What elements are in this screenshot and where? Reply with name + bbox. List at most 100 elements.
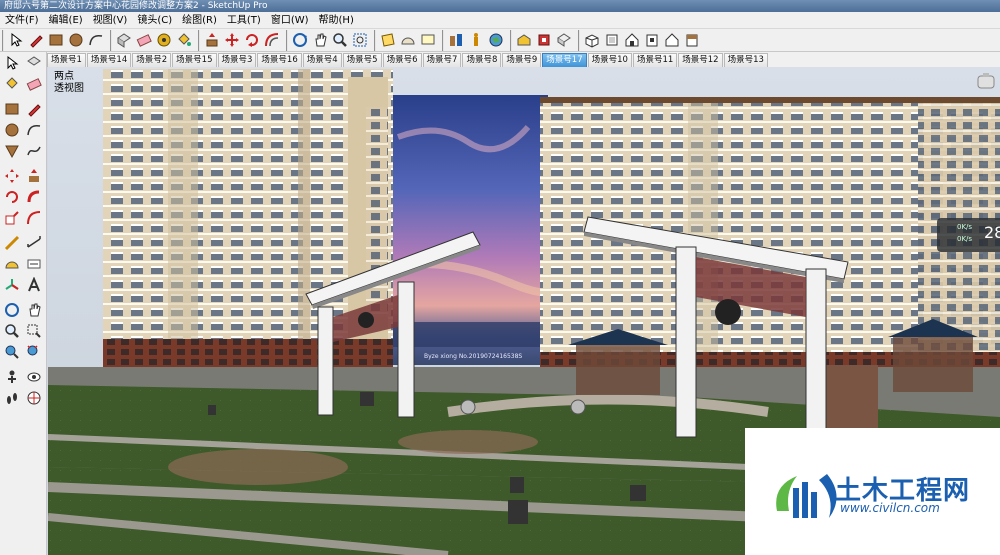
rectangle-icon[interactable] (2, 98, 23, 119)
tab-scene-10[interactable]: 场景号10 (587, 53, 632, 67)
zoom-icon[interactable] (2, 320, 23, 341)
tab-scene-17[interactable]: 场景号17 (542, 53, 587, 67)
zoom-extents-icon[interactable] (24, 341, 45, 362)
right-view-icon[interactable] (642, 30, 662, 50)
menu-window[interactable]: 窗口(W) (266, 12, 314, 29)
tape-measure-icon[interactable] (2, 232, 23, 253)
menu-tools[interactable]: 工具(T) (222, 12, 266, 29)
pan-icon[interactable] (24, 299, 45, 320)
person-icon[interactable] (466, 30, 486, 50)
polygon-icon[interactable] (2, 140, 23, 161)
protractor-icon[interactable] (398, 30, 418, 50)
iso-view-icon[interactable] (582, 30, 602, 50)
walk-icon[interactable] (2, 387, 23, 408)
components-icon[interactable] (446, 30, 466, 50)
offset-icon[interactable] (262, 30, 282, 50)
toolbar-group-construct (374, 29, 440, 51)
share-model-icon[interactable] (554, 30, 574, 50)
orbit-icon[interactable] (2, 299, 23, 320)
move-icon[interactable] (222, 30, 242, 50)
toolbar-group-style (442, 29, 508, 51)
arc-icon[interactable] (86, 30, 106, 50)
push-pull-icon[interactable] (202, 30, 222, 50)
toolbar-group-edit (110, 29, 196, 51)
section-plane-icon[interactable] (378, 30, 398, 50)
tab-scene-12[interactable]: 场景号12 (678, 53, 723, 67)
tab-scene-9[interactable]: 场景号9 (502, 53, 542, 67)
rotate-icon[interactable] (242, 30, 262, 50)
push-pull-icon[interactable] (24, 165, 45, 186)
rotate-icon[interactable] (2, 186, 23, 207)
eraser-icon[interactable] (134, 30, 154, 50)
make-component-icon[interactable] (114, 30, 134, 50)
menu-help[interactable]: 帮助(H) (314, 12, 359, 29)
toolbar-group-modify (198, 29, 284, 51)
position-camera-icon[interactable] (2, 366, 23, 387)
zoom-icon[interactable] (330, 30, 350, 50)
warehouse-icon[interactable] (514, 30, 534, 50)
tape-measure-icon[interactable] (154, 30, 174, 50)
menu-edit[interactable]: 编辑(E) (44, 12, 88, 29)
extension-icon[interactable] (534, 30, 554, 50)
dimension-icon[interactable] (24, 232, 45, 253)
top-view-icon[interactable] (602, 30, 622, 50)
perspective-mode-label: 透视图 (54, 83, 84, 94)
tab-scene-3[interactable]: 场景号3 (217, 53, 257, 67)
tab-scene-1[interactable]: 场景号1 (47, 53, 86, 67)
network-percent: 28 (984, 223, 1000, 242)
move-icon[interactable] (2, 165, 23, 186)
select-icon[interactable] (2, 52, 23, 73)
section-plane-icon[interactable] (24, 387, 45, 408)
main-toolbar (0, 29, 1000, 52)
text-icon[interactable] (418, 30, 438, 50)
zoom-extents-icon[interactable] (350, 30, 370, 50)
menu-view[interactable]: 视图(V) (88, 12, 133, 29)
make-component-icon[interactable] (24, 52, 45, 73)
tab-scene-11[interactable]: 场景号11 (632, 53, 678, 67)
select-icon[interactable] (6, 30, 26, 50)
pencil-icon[interactable] (26, 30, 46, 50)
menu-file[interactable]: 文件(F) (0, 12, 44, 29)
tab-scene-8[interactable]: 场景号8 (462, 53, 502, 67)
look-around-icon[interactable] (24, 366, 45, 387)
circle-icon[interactable] (66, 30, 86, 50)
freehand-icon[interactable] (24, 140, 45, 161)
front-view-icon[interactable] (622, 30, 642, 50)
tab-scene-14[interactable]: 场景号14 (86, 53, 132, 67)
zoom-window-icon[interactable] (24, 320, 45, 341)
axes-icon[interactable] (2, 274, 23, 295)
menu-bar: 文件(F) 编辑(E) 视图(V) 镜头(C) 绘图(R) 工具(T) 窗口(W… (0, 12, 1000, 29)
back-view-icon[interactable] (662, 30, 682, 50)
paint-bucket-icon[interactable] (174, 30, 194, 50)
paint-bucket-icon[interactable] (2, 73, 23, 94)
tab-scene-13[interactable]: 场景号13 (723, 53, 768, 67)
3d-text-icon[interactable] (24, 274, 45, 295)
pan-icon[interactable] (310, 30, 330, 50)
tab-scene-16[interactable]: 场景号16 (257, 53, 302, 67)
circle-icon[interactable] (2, 119, 23, 140)
text-icon[interactable] (24, 253, 45, 274)
offset-icon[interactable] (24, 207, 45, 228)
camera-icon[interactable] (975, 70, 997, 92)
tab-scene-4[interactable]: 场景号4 (302, 53, 342, 67)
scale-icon[interactable] (2, 207, 23, 228)
arc-icon[interactable] (24, 119, 45, 140)
tab-scene-7[interactable]: 场景号7 (422, 53, 462, 67)
menu-camera[interactable]: 镜头(C) (132, 12, 177, 29)
orbit-icon[interactable] (290, 30, 310, 50)
previous-view-icon[interactable] (2, 341, 23, 362)
follow-me-icon[interactable] (24, 186, 45, 207)
civilcn-watermark: 土木工程网 www.civilcn.com (745, 428, 1000, 555)
pencil-icon[interactable] (24, 98, 45, 119)
eraser-icon[interactable] (24, 73, 45, 94)
tab-scene-2[interactable]: 场景号2 (132, 53, 172, 67)
tab-scene-15[interactable]: 场景号15 (172, 53, 217, 67)
photo-caption: Byze xiong No.2019072416538S (424, 353, 522, 360)
protractor-icon[interactable] (2, 253, 23, 274)
left-view-icon[interactable] (682, 30, 702, 50)
tab-scene-6[interactable]: 场景号6 (382, 53, 422, 67)
geo-location-icon[interactable] (486, 30, 506, 50)
tab-scene-5[interactable]: 场景号5 (342, 53, 382, 67)
menu-draw[interactable]: 绘图(R) (177, 12, 222, 29)
rectangle-icon[interactable] (46, 30, 66, 50)
